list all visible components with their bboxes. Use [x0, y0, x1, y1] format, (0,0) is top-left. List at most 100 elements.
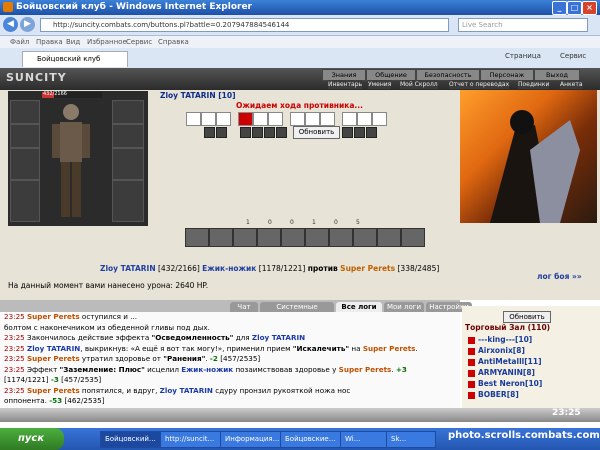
submenu-profile[interactable]: Анкета — [560, 80, 583, 89]
skill-icon[interactable] — [281, 228, 305, 247]
tab-chat[interactable]: Чат — [230, 302, 258, 312]
skill-icon[interactable] — [185, 228, 209, 247]
user-name[interactable]: Best Neron[10] — [478, 379, 542, 388]
attack-cell[interactable] — [216, 112, 231, 126]
player-name[interactable]: Super Perets — [339, 365, 392, 374]
submenu-inventory[interactable]: Инвентарь — [328, 80, 363, 89]
fighter-name[interactable]: Zloy TATARIN [10] — [160, 91, 236, 100]
player-name[interactable]: Super Perets — [27, 386, 80, 395]
user-list-item[interactable]: ---king---[10] — [468, 335, 532, 344]
taskbar-item[interactable]: Бойцовские... — [280, 431, 344, 448]
menu-tools[interactable]: Сервис — [126, 38, 152, 46]
search-input[interactable]: Live Search — [458, 18, 588, 32]
amulet-slot[interactable] — [10, 124, 40, 148]
attack-cell[interactable] — [201, 112, 216, 126]
start-button[interactable]: пуск — [0, 428, 64, 450]
user-name[interactable]: BOBER[8] — [478, 390, 519, 399]
user-list-item[interactable]: ARMYANIN[8] — [468, 368, 535, 377]
user-list-item[interactable]: AntiMetalll[11] — [468, 357, 542, 366]
defense-cell[interactable] — [290, 112, 305, 126]
versus-label: против — [307, 264, 338, 273]
close-window-button[interactable]: × — [582, 1, 597, 15]
player-name[interactable]: Super Perets — [27, 354, 80, 363]
defense-cell[interactable] — [320, 112, 335, 126]
minimize-button[interactable]: _ — [552, 1, 567, 15]
tab-all-logs[interactable]: Все логи — [336, 302, 382, 312]
participant-name[interactable]: Zloy TATARIN — [100, 264, 156, 273]
battle-log-link[interactable]: лог боя »» — [537, 272, 582, 281]
skill-icon[interactable] — [377, 228, 401, 247]
user-name[interactable]: AntiMetalll[11] — [478, 357, 542, 366]
taskbar-item[interactable]: Wi... — [340, 431, 390, 448]
player-name[interactable]: Super Perets — [363, 344, 416, 353]
defense-cell[interactable] — [357, 112, 372, 126]
chat-text: 23:25 — [4, 333, 27, 342]
player-name[interactable]: Zloy TATARIN — [160, 386, 213, 395]
participant-name[interactable]: Ежик-ножик — [202, 264, 256, 273]
chat-log: 23:25 Super Perets оступился и ... болтом… — [0, 312, 460, 408]
player-name[interactable]: Ежик-ножик — [181, 365, 233, 374]
submenu-scroll[interactable]: Мой Скролл — [400, 80, 438, 89]
service-menu[interactable]: Сервис — [560, 52, 586, 60]
armor-slot[interactable] — [10, 180, 40, 222]
defense-cell[interactable] — [305, 112, 320, 126]
defense-cell[interactable] — [268, 112, 283, 126]
defense-cell[interactable] — [342, 112, 357, 126]
user-name[interactable]: ARMYANIN[8] — [478, 368, 535, 377]
skill-icon[interactable] — [305, 228, 329, 247]
ring-slot[interactable] — [112, 124, 144, 148]
refresh-button[interactable]: Обновить — [293, 126, 340, 139]
submenu-battles[interactable]: Поединки — [518, 80, 550, 89]
submenu-transfers[interactable]: Отчет о переводах — [449, 80, 510, 89]
address-bar[interactable]: http://suncity.combats.com/buttons.pl?ba… — [40, 18, 449, 32]
attack-cell[interactable] — [186, 112, 201, 126]
skill-icon[interactable] — [329, 228, 353, 247]
opponent-portrait — [460, 90, 597, 223]
offhand-slot[interactable] — [112, 148, 144, 180]
user-list-item[interactable]: Airxonix[8] — [468, 346, 525, 355]
user-name[interactable]: Airxonix[8] — [478, 346, 525, 355]
damage-summary: На данный момент вами нанесено урона: 26… — [8, 281, 209, 290]
player-name[interactable]: Super Perets — [27, 312, 80, 321]
skill-icon[interactable] — [233, 228, 257, 247]
skill-icon[interactable] — [401, 228, 425, 247]
menu-favorites[interactable]: Избранное — [87, 38, 127, 46]
refresh-list-button[interactable]: Обновить — [503, 311, 551, 323]
menu-view[interactable]: Вид — [66, 38, 80, 46]
tab-system-messages[interactable]: Системные сообщения — [260, 302, 334, 321]
menu-help[interactable]: Справка — [158, 38, 189, 46]
skill-icon[interactable] — [257, 228, 281, 247]
browser-tab[interactable]: Бойцовский клуб — [22, 51, 128, 67]
maximize-button[interactable]: □ — [567, 1, 582, 15]
user-list-item[interactable]: Best Neron[10] — [468, 379, 542, 388]
participant-name[interactable]: Super Perets — [340, 264, 395, 273]
attack-cell[interactable] — [253, 112, 268, 126]
earring-slot[interactable] — [112, 100, 144, 124]
weapon-slot[interactable] — [10, 148, 40, 180]
attack-cell[interactable] — [238, 112, 253, 126]
shield-icon — [216, 127, 227, 138]
user-list-item[interactable]: BOBER[8] — [468, 390, 519, 399]
player-name[interactable]: Zloy TATARIN — [252, 333, 305, 342]
forward-icon[interactable]: ▶ — [20, 17, 35, 32]
chat-text: "Заземление: Плюс" — [59, 364, 145, 374]
defense-cell[interactable] — [372, 112, 387, 126]
back-icon[interactable]: ◀ — [3, 17, 18, 32]
page-menu[interactable]: Страница — [505, 52, 541, 60]
taskbar-item[interactable]: Sk... — [386, 431, 436, 448]
submenu-skills[interactable]: Умения — [368, 80, 392, 89]
taskbar-item[interactable]: http://suncit... — [160, 431, 224, 448]
menu-edit[interactable]: Правка — [36, 38, 63, 46]
menu-file[interactable]: Файл — [10, 38, 29, 46]
skill-icon[interactable] — [209, 228, 233, 247]
skill-icon[interactable] — [353, 228, 377, 247]
taskbar-item[interactable]: Информация... — [220, 431, 284, 448]
helmet-slot[interactable] — [10, 100, 40, 124]
taskbar-item[interactable]: Бойцовский... — [100, 431, 164, 448]
tab-my-logs[interactable]: Мои логи — [384, 302, 424, 312]
shield-icon — [342, 127, 353, 138]
player-name[interactable]: Zloy TATARIN — [27, 344, 80, 353]
user-name[interactable]: ---king---[10] — [478, 335, 532, 344]
boots-slot[interactable] — [112, 180, 144, 222]
chat-line: болтом с наконечником из обеденной гливы… — [0, 323, 460, 334]
